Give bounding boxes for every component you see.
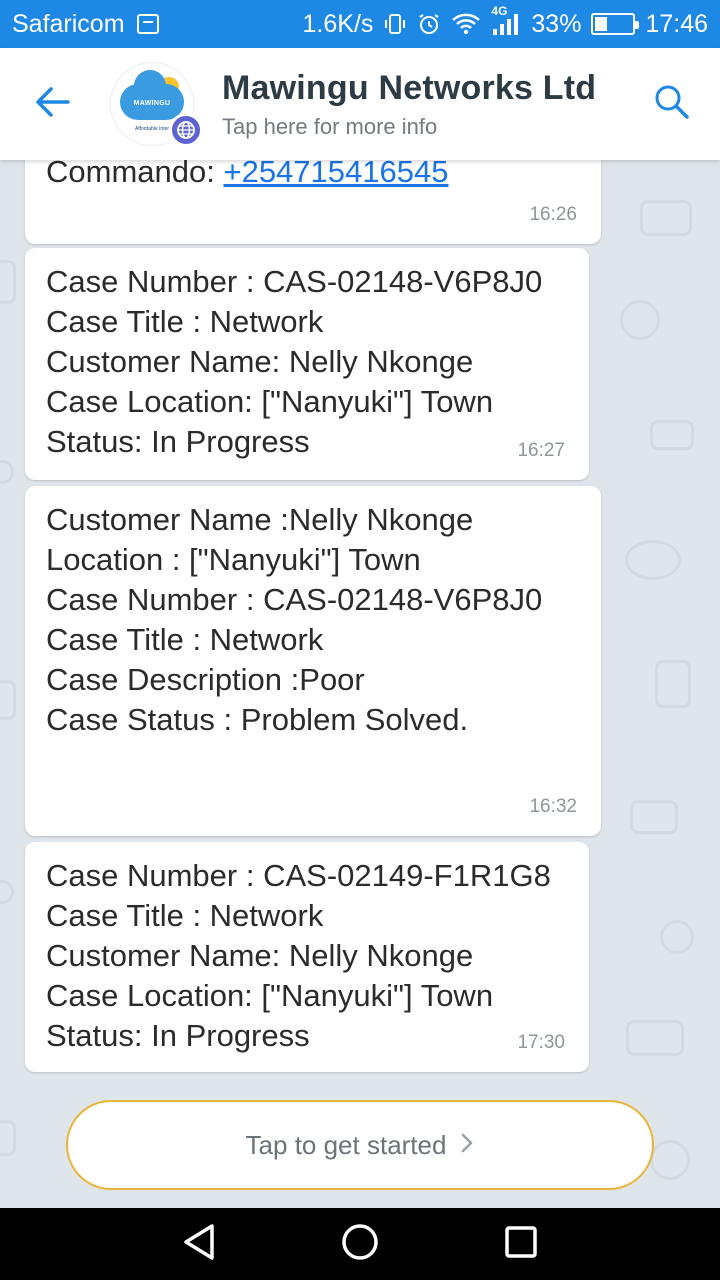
get-started-button[interactable]: Tap to get started	[66, 1100, 654, 1190]
message-line: Case Location: ["Nanyuki"] Town	[46, 384, 494, 419]
battery-percent: 33%	[531, 9, 582, 38]
vibrate-icon	[383, 12, 407, 36]
chat-area[interactable]: Commando: +254715416545 16:26 Case Numbe…	[0, 160, 720, 1208]
chevron-right-icon	[460, 1130, 474, 1161]
signal-icon: 4G	[491, 4, 521, 36]
message-time: 16:26	[529, 204, 577, 225]
image-notification-icon	[136, 14, 159, 34]
doodle-shape	[0, 880, 14, 904]
doodle-shape	[650, 1140, 690, 1180]
carrier-name: Safaricom	[12, 9, 125, 38]
alarm-icon	[417, 12, 441, 36]
contact-name: Mawingu Networks Ltd	[222, 68, 597, 107]
message-line: Location : ["Nanyuki"] Town	[46, 542, 421, 577]
doodle-shape	[625, 540, 681, 580]
network-type: 4G	[491, 4, 508, 18]
message-bubble[interactable]: Commando: +254715416545 16:26	[25, 160, 601, 244]
wifi-icon	[451, 12, 481, 36]
get-started-label: Tap to get started	[245, 1129, 447, 1160]
avatar[interactable]: MAWINGU Affordable Inter	[110, 62, 203, 147]
message-bubble[interactable]: Case Number : CAS-02149-F1R1G8 Case Titl…	[25, 842, 589, 1072]
message-line: Customer Name: Nelly Nkonge	[46, 344, 474, 379]
message-line: Case Number : CAS-02148-V6P8J0	[46, 582, 543, 617]
search-icon	[654, 84, 690, 125]
message-text: Case Number : CAS-02149-F1R1G8 Case Titl…	[46, 856, 569, 1056]
message-line: Case Location: ["Nanyuki"] Town	[46, 978, 494, 1013]
doodle-shape	[630, 800, 678, 834]
doodle-shape	[0, 260, 16, 304]
message-line: Customer Name :Nelly Nkonge	[46, 502, 474, 537]
doodle-shape	[640, 200, 692, 236]
contact-info[interactable]: Mawingu Networks Ltd Tap here for more i…	[222, 69, 624, 140]
contact-subtitle: Tap here for more info	[222, 113, 438, 139]
globe-icon	[169, 113, 203, 147]
circle-home-icon[interactable]	[340, 1222, 380, 1267]
doodle-shape	[0, 1120, 16, 1156]
phone-link[interactable]: +254715416545	[223, 160, 448, 189]
message-text: Commando: +254715416545	[46, 160, 581, 192]
message-line: Case Status : Problem Solved.	[46, 702, 469, 737]
doodle-shape	[655, 660, 691, 708]
message-bubble[interactable]: Case Number : CAS-02148-V6P8J0 Case Titl…	[25, 248, 589, 480]
doodle-shape	[650, 420, 694, 450]
message-time: 16:32	[529, 796, 577, 817]
square-recents-icon[interactable]	[503, 1224, 539, 1265]
avatar-brand: MAWINGU	[133, 100, 171, 107]
navigation-bar	[0, 1208, 720, 1280]
message-time: 17:30	[517, 1032, 565, 1053]
status-bar: Safaricom 1.6K/s 4G 33% 17:46	[0, 0, 720, 48]
message-line: Status: In Progress	[46, 424, 310, 459]
message-line: Case Title : Network	[46, 622, 324, 657]
doodle-shape	[620, 300, 660, 340]
message-line: Customer Name: Nelly Nkonge	[46, 938, 474, 973]
message-line: Case Number : CAS-02148-V6P8J0	[46, 264, 543, 299]
doodle-shape	[660, 920, 694, 954]
message-line: Case Title : Network	[46, 304, 324, 339]
message-text: Customer Name :Nelly Nkonge Location : […	[46, 500, 581, 740]
message-line: Status: In Progress	[46, 1018, 310, 1053]
doodle-shape	[626, 1020, 684, 1056]
network-speed: 1.6K/s	[302, 9, 374, 38]
chat-header[interactable]: MAWINGU Affordable Inter Mawingu Network…	[0, 48, 720, 160]
message-line: Case Description :Poor	[46, 662, 365, 697]
message-line: Commando:	[46, 160, 224, 189]
clock: 17:46	[645, 9, 708, 38]
triangle-back-icon[interactable]	[181, 1222, 217, 1267]
message-line: Case Title : Network	[46, 898, 324, 933]
doodle-shape	[0, 460, 14, 484]
search-button[interactable]	[624, 48, 720, 160]
message-time: 16:27	[517, 440, 565, 461]
arrow-left-icon	[34, 86, 70, 123]
message-line: Case Number : CAS-02149-F1R1G8	[46, 858, 551, 893]
back-button[interactable]	[0, 48, 112, 160]
battery-icon	[591, 13, 640, 35]
doodle-shape	[0, 680, 16, 720]
message-text: Case Number : CAS-02148-V6P8J0 Case Titl…	[46, 262, 569, 462]
message-bubble[interactable]: Customer Name :Nelly Nkonge Location : […	[25, 486, 601, 836]
